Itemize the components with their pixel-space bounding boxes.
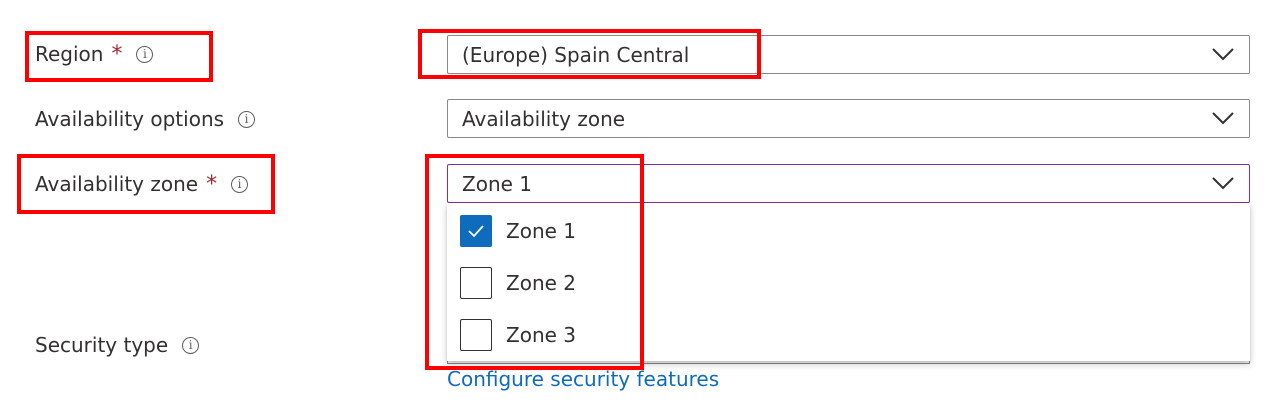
annotation-box — [25, 31, 213, 82]
annotation-box — [425, 154, 644, 370]
availability-options-label: Availability options — [35, 107, 225, 131]
availability-options-select[interactable]: Availability zone — [447, 99, 1250, 138]
availability-options-value: Availability zone — [462, 106, 626, 131]
availability-options-label-row: Availability options i — [35, 104, 256, 134]
chevron-down-icon — [1212, 177, 1234, 190]
annotation-box — [17, 154, 275, 214]
security-type-label: Security type — [35, 333, 169, 357]
chevron-down-icon — [1212, 112, 1234, 125]
annotation-box — [418, 29, 761, 79]
info-icon[interactable]: i — [238, 110, 256, 128]
chevron-down-icon — [1212, 48, 1234, 61]
info-icon[interactable]: i — [182, 336, 200, 354]
security-type-label-row: Security type i — [35, 330, 200, 360]
configure-security-features-link[interactable]: Configure security features — [447, 367, 719, 391]
